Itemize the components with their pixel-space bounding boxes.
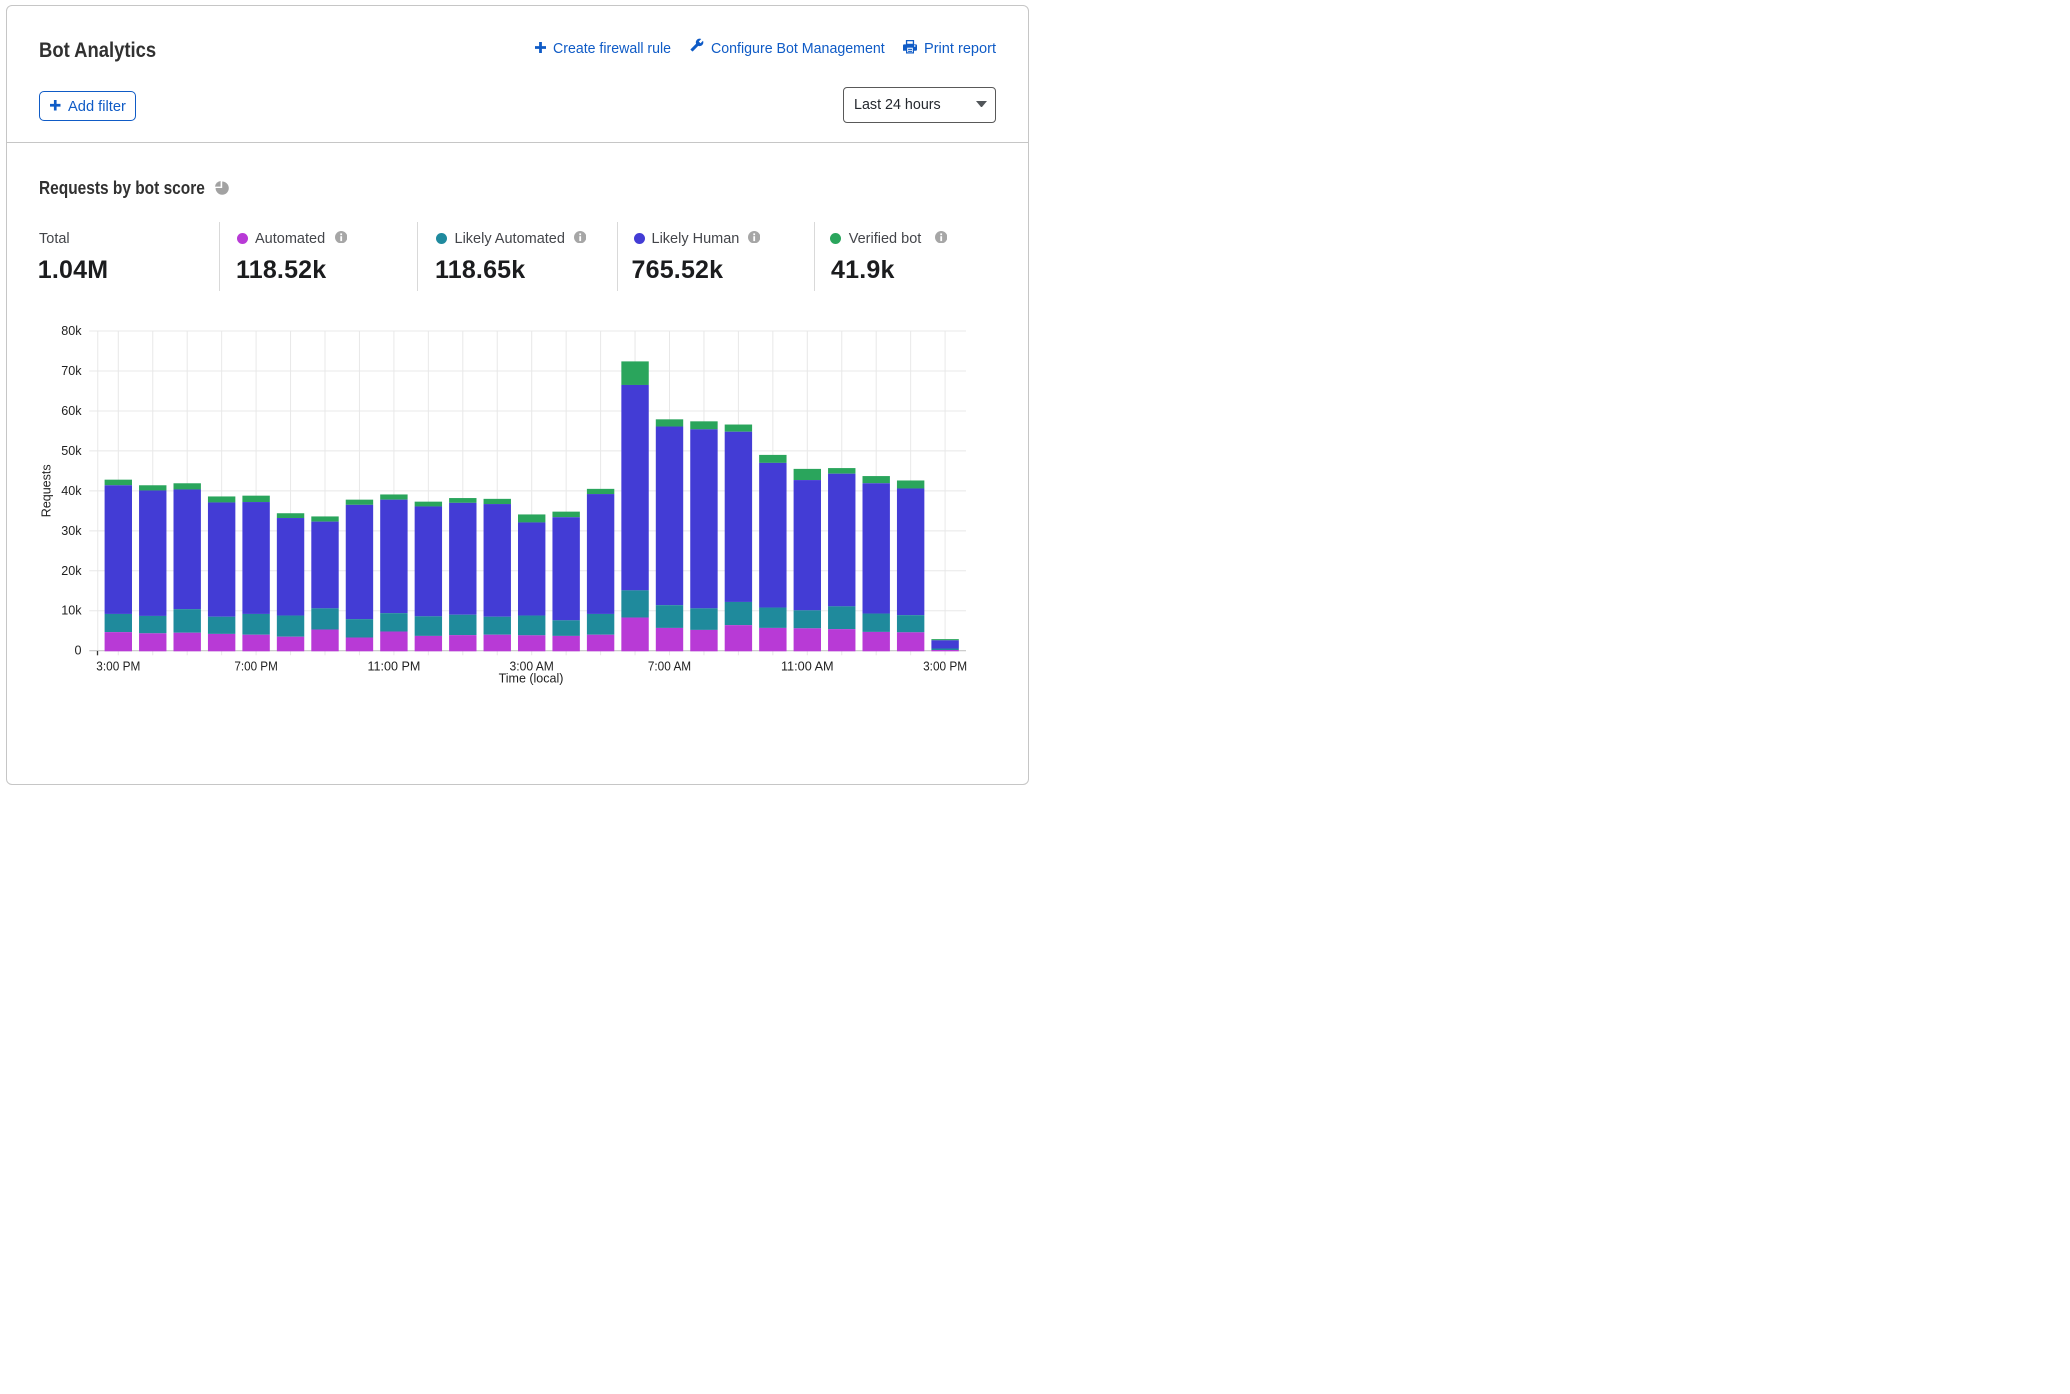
- svg-text:80k: 80k: [61, 324, 82, 338]
- svg-text:7:00 AM: 7:00 AM: [648, 659, 691, 674]
- svg-text:11:00 AM: 11:00 AM: [781, 659, 834, 674]
- svg-text:60k: 60k: [61, 404, 82, 418]
- svg-text:Requests: Requests: [40, 464, 54, 517]
- svg-text:50k: 50k: [61, 444, 82, 458]
- svg-text:70k: 70k: [61, 364, 82, 378]
- svg-text:7:00 PM: 7:00 PM: [234, 659, 277, 674]
- svg-text:Time (local): Time (local): [499, 671, 564, 685]
- svg-text:0: 0: [74, 644, 81, 658]
- svg-text:11:00 PM: 11:00 PM: [367, 659, 420, 674]
- svg-text:3:00 PM: 3:00 PM: [923, 659, 967, 674]
- svg-text:30k: 30k: [61, 524, 82, 538]
- svg-text:3:00 PM: 3:00 PM: [96, 659, 140, 674]
- svg-text:40k: 40k: [61, 484, 82, 498]
- svg-text:10k: 10k: [61, 604, 82, 618]
- svg-text:20k: 20k: [61, 564, 82, 578]
